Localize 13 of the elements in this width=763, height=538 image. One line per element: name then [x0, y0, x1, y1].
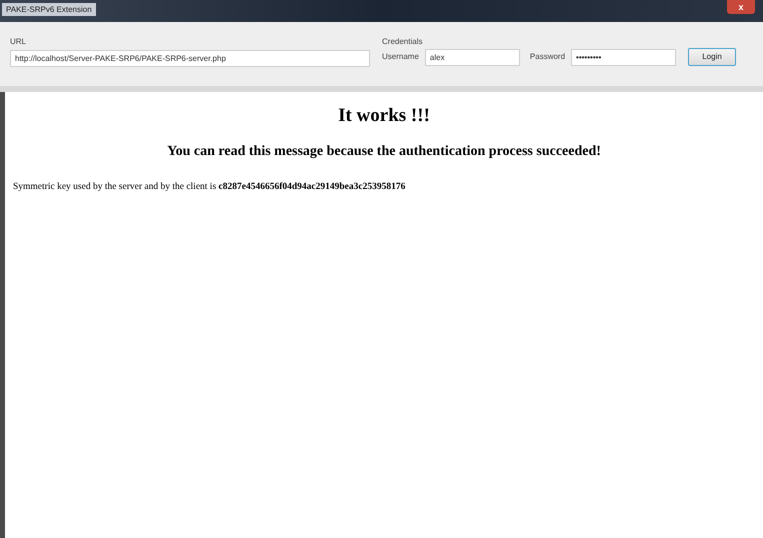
page-subheading: You can read this message because the authentication process succeeded! — [166, 142, 602, 160]
window-title: PAKE-SRPv6 Extension — [2, 3, 96, 16]
password-field[interactable]: ••••••••• — [571, 48, 676, 66]
key-message: Symmetric key used by the server and by the client is c8287e4546656f04d94ac29149bea3c253958176 — [13, 180, 406, 194]
login-button[interactable]: Login — [688, 48, 736, 66]
page-heading: It works !!! — [337, 104, 431, 128]
username-label: Username — [382, 51, 419, 63]
password-label: Password — [530, 51, 566, 63]
credentials-label: Credentials — [382, 36, 424, 48]
close-button[interactable]: x — [727, 0, 755, 14]
url-field[interactable]: http://localhost/Server-PAKE-SRP6/PAKE-SRP6-server.php — [10, 50, 370, 67]
username-field[interactable]: alex — [424, 48, 520, 66]
url-label: URL — [10, 36, 28, 48]
